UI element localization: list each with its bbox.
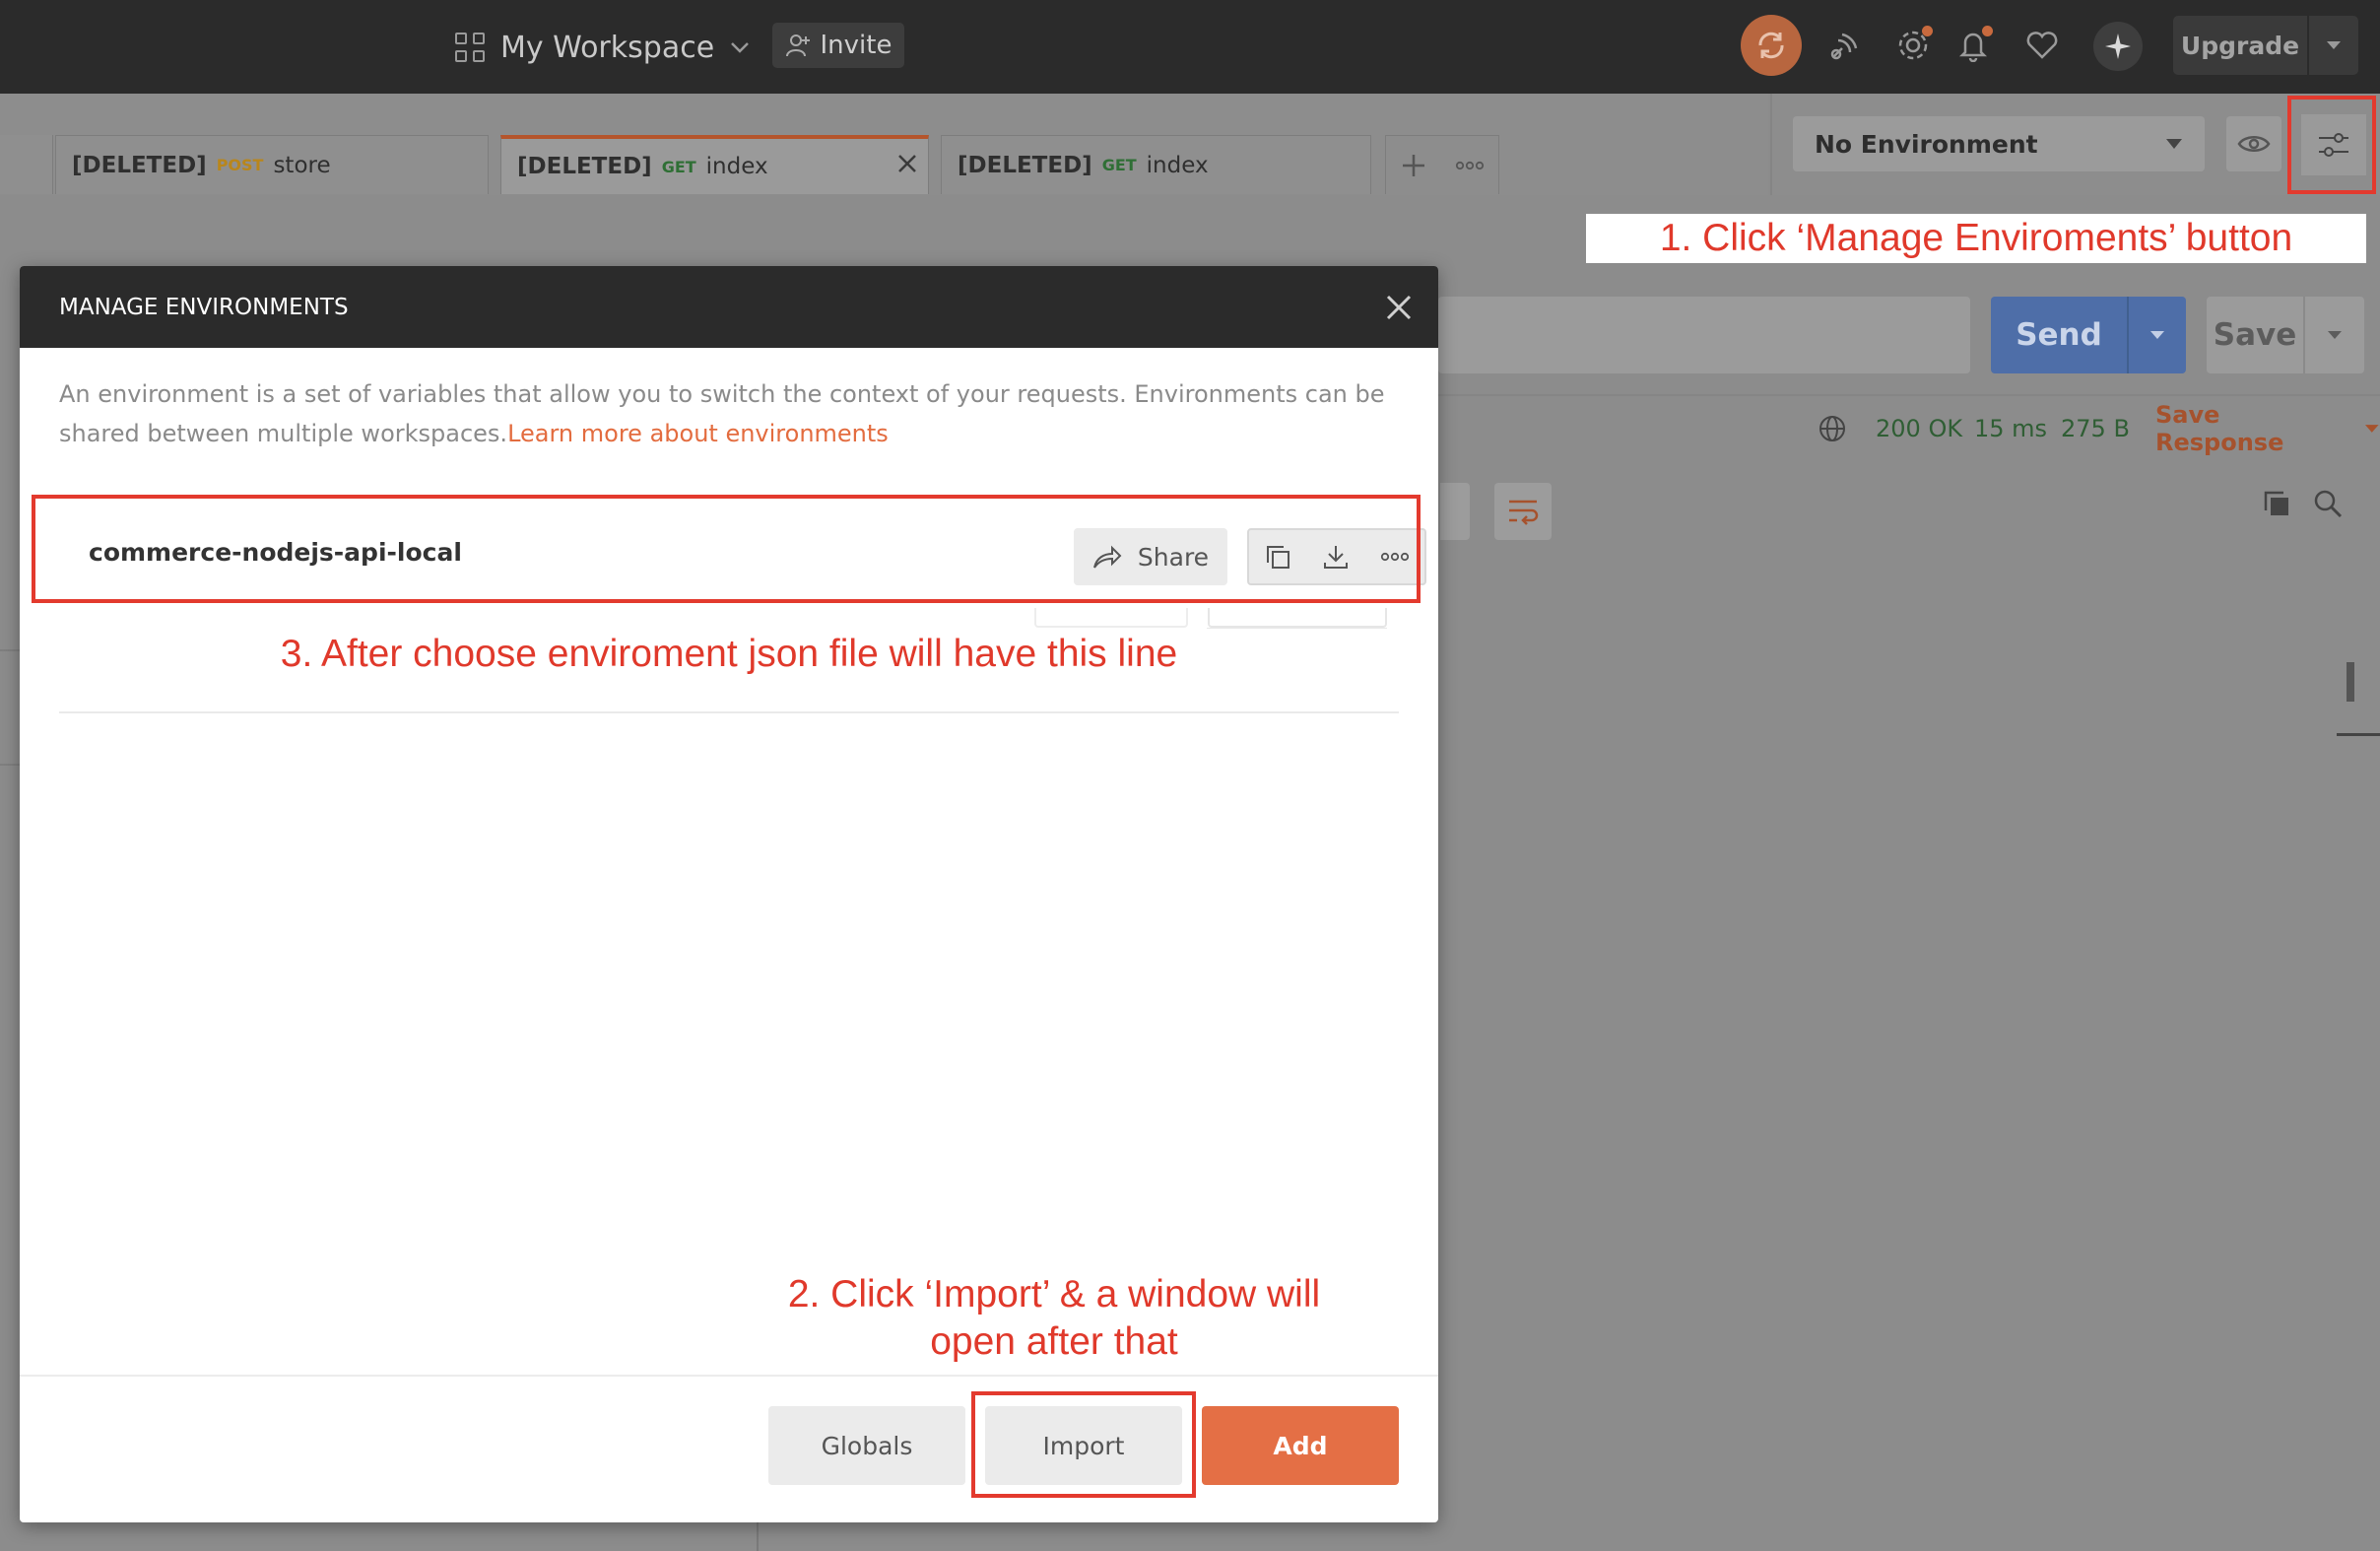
actions-group-ghost [1208, 608, 1387, 628]
highlight-box-manage-env [2287, 96, 2376, 194]
workspace-grid-icon [455, 33, 485, 62]
close-icon [1386, 295, 1412, 320]
highlight-box-env-row [32, 495, 1421, 603]
manage-environments-modal: MANAGE ENVIRONMENTS An environment is a … [20, 266, 1438, 1522]
tab-name: index [705, 154, 768, 179]
scrollbar-thumb[interactable] [2347, 662, 2354, 702]
send-button[interactable]: Send [1991, 297, 2186, 373]
settings-gear-icon[interactable] [1893, 26, 1933, 65]
caret-down-icon[interactable] [2309, 40, 2358, 50]
upgrade-button[interactable]: Upgrade [2173, 16, 2358, 75]
annotation-step-3: 3. After choose enviroment json file wil… [280, 633, 1178, 675]
pane-divider [757, 1522, 759, 1551]
save-response-label: Save Response [2155, 401, 2284, 456]
modal-title: MANAGE ENVIRONMENTS [59, 294, 349, 320]
tab-method: GET [661, 157, 696, 176]
divider [1438, 394, 2380, 396]
tab-prefix: [DELETED] [72, 152, 207, 178]
save-button[interactable]: Save [2207, 297, 2364, 373]
sparkle-button[interactable] [2093, 22, 2143, 71]
bell-icon[interactable] [1953, 26, 1993, 65]
annotation-step-1-text: 1. Click ‘Manage Enviroments’ button [1659, 217, 2293, 259]
save-label: Save [2213, 317, 2297, 353]
copy-icon[interactable] [2262, 489, 2291, 518]
workspace-switcher[interactable]: My Workspace [455, 24, 750, 71]
globals-button[interactable]: Globals [768, 1406, 965, 1485]
modal-close-button[interactable] [1379, 288, 1419, 327]
tab-method: POST [216, 156, 264, 174]
modal-description: An environment is a set of variables tha… [59, 374, 1419, 453]
invite-label: Invite [820, 31, 892, 60]
environment-selected-label: No Environment [1815, 129, 2038, 159]
learn-more-link[interactable]: Learn more about environments [507, 420, 889, 447]
request-tab[interactable]: [DELETED] GET index [941, 135, 1371, 194]
notification-dot [1982, 26, 1993, 36]
chevron-down-icon [731, 42, 750, 53]
caret-down-icon [2166, 139, 2182, 149]
send-label: Send [2016, 317, 2102, 353]
notification-dot [1922, 26, 1933, 36]
tab-actions [1385, 135, 1499, 194]
tab-overflow[interactable] [0, 135, 53, 194]
invite-button[interactable]: Invite [772, 23, 904, 68]
modal-footer-divider [20, 1375, 1438, 1377]
save-response-button[interactable]: Save Response [2155, 401, 2380, 456]
request-tab-active[interactable]: [DELETED] GET index [500, 135, 929, 194]
caret-down-icon[interactable] [2129, 330, 2186, 340]
highlight-box-import [971, 1391, 1196, 1498]
annotation-step-2-line-2: open after that [930, 1320, 1178, 1363]
divider [1207, 628, 1387, 629]
heart-icon[interactable] [2022, 26, 2062, 65]
sparkle-icon [2105, 34, 2131, 59]
response-format-select[interactable] [1440, 483, 1470, 540]
annotation-step-2: 2. Click ‘Import’ & a window will open a… [749, 1271, 1359, 1366]
annotation-step-2-line-1: 2. Click ‘Import’ & a window will [787, 1273, 1321, 1315]
plus-icon[interactable] [1401, 153, 1426, 178]
environment-quick-look-button[interactable] [2226, 116, 2281, 171]
search-icon[interactable] [2313, 489, 2343, 518]
url-input[interactable] [1438, 297, 1970, 373]
wrap-icon [1509, 500, 1539, 525]
panel-resize-handle[interactable] [2337, 733, 2380, 736]
sidebar-divider [0, 649, 20, 651]
environment-select[interactable]: No Environment [1793, 116, 2205, 171]
satellite-icon[interactable] [1825, 26, 1865, 65]
tab-name: store [273, 152, 331, 178]
wrap-lines-button[interactable] [1494, 483, 1552, 540]
sidebar-divider [0, 764, 20, 766]
request-tab[interactable]: [DELETED] POST store [55, 135, 489, 194]
caret-down-icon[interactable] [2305, 330, 2364, 340]
close-icon[interactable] [896, 153, 918, 174]
annotation-step-1: 1. Click ‘Manage Enviroments’ button [1586, 214, 2366, 263]
sync-status-button[interactable] [1741, 15, 1802, 76]
tab-name: index [1146, 152, 1209, 178]
workspace-label: My Workspace [500, 30, 715, 65]
response-size[interactable]: 275 B [2061, 414, 2130, 443]
add-user-icon [785, 34, 810, 57]
response-time[interactable]: 15 ms [1974, 414, 2047, 443]
add-button[interactable]: Add [1202, 1406, 1399, 1485]
caret-down-icon [2365, 425, 2380, 433]
divider [59, 711, 1399, 713]
sync-icon [1758, 32, 1784, 59]
globe-icon [1819, 416, 1845, 441]
upgrade-label: Upgrade [2180, 31, 2300, 60]
tab-prefix: [DELETED] [958, 152, 1092, 178]
eye-icon [2237, 136, 2271, 152]
share-button-ghost [1034, 608, 1188, 628]
tab-method: GET [1101, 156, 1137, 174]
tab-prefix: [DELETED] [517, 154, 652, 179]
more-icon[interactable] [1455, 161, 1485, 170]
response-status[interactable]: 200 OK [1876, 414, 1962, 443]
